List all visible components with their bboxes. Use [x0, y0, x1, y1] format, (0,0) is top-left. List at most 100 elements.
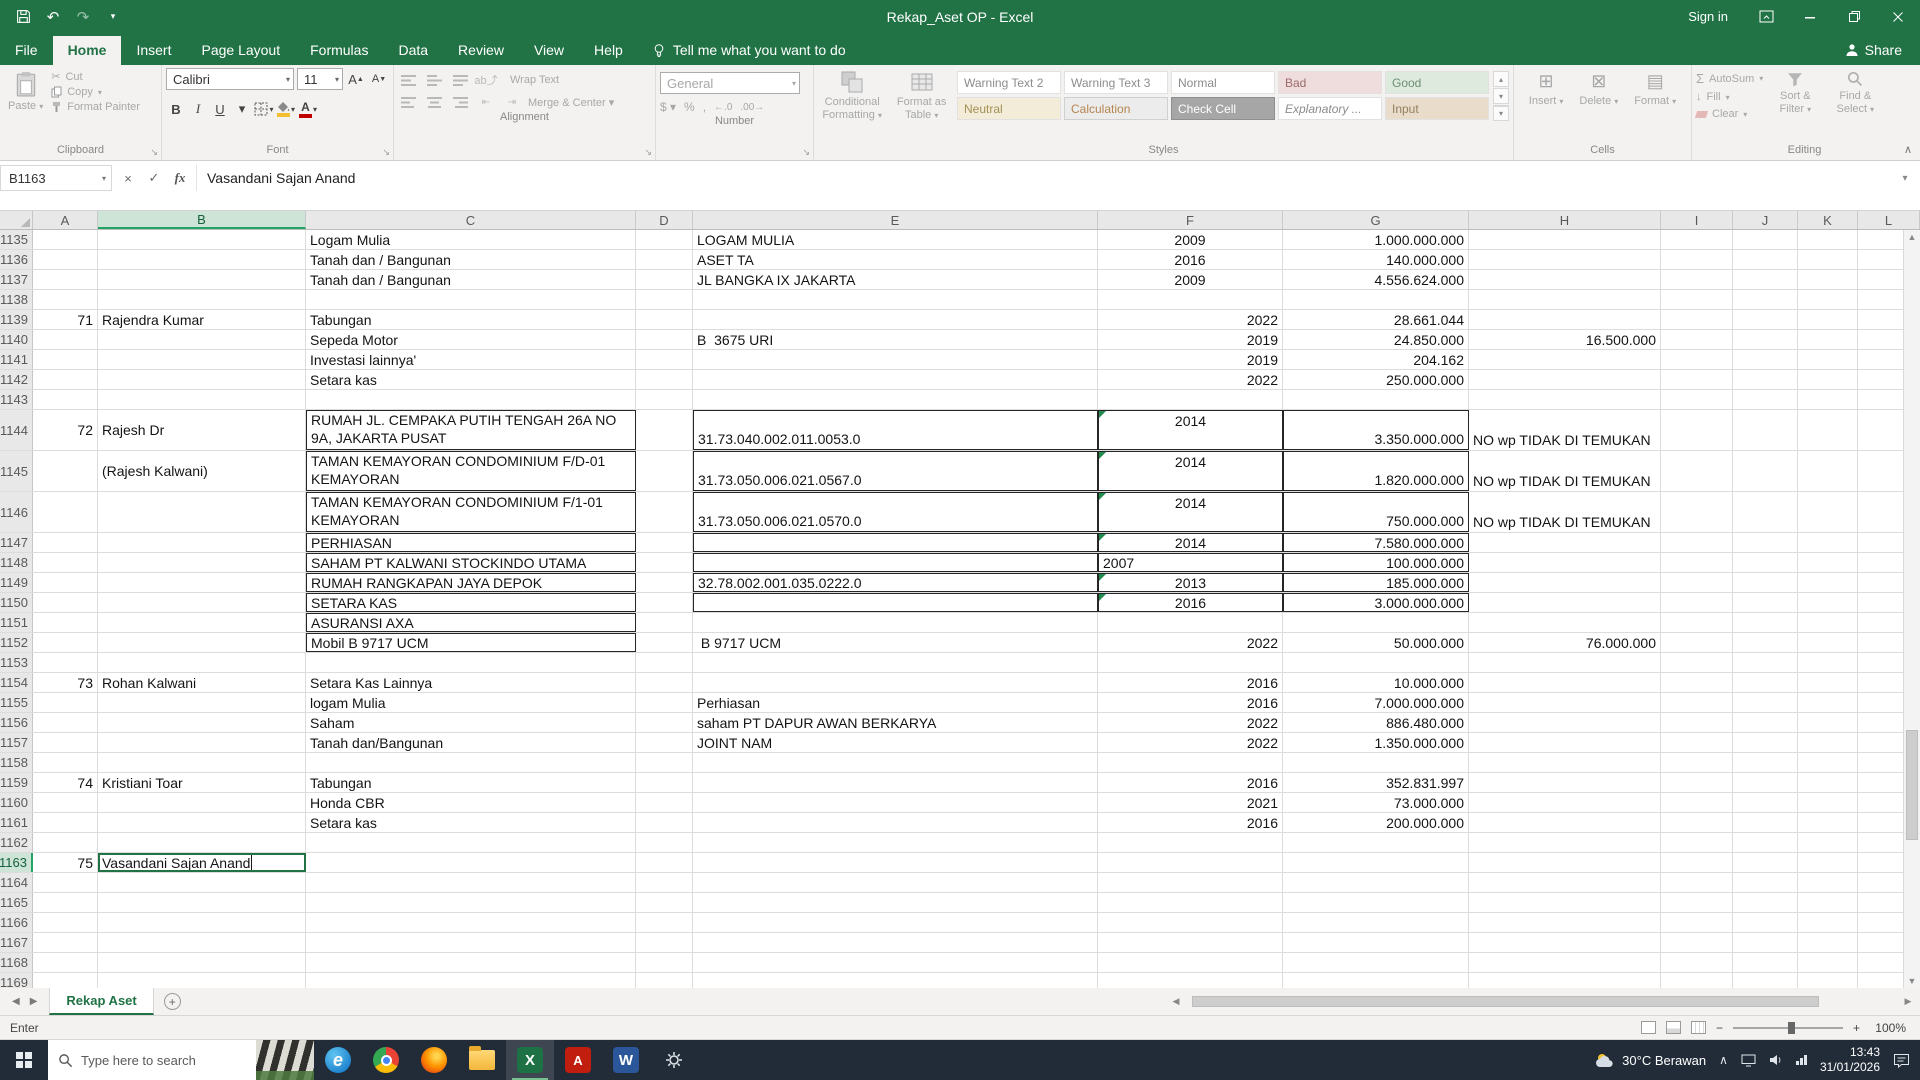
cell-D1137[interactable]	[636, 270, 693, 289]
cell-I1164[interactable]	[1661, 873, 1733, 892]
cell-F1139[interactable]: 2022	[1098, 310, 1283, 329]
cell-E1169[interactable]	[693, 973, 1098, 988]
cell-K1151[interactable]	[1798, 613, 1858, 632]
cell-K1143[interactable]	[1798, 390, 1858, 409]
cell-D1149[interactable]	[636, 573, 693, 592]
decrease-font-size-button[interactable]: A▼	[369, 69, 389, 89]
cell-K1161[interactable]	[1798, 813, 1858, 832]
cell-K1150[interactable]	[1798, 593, 1858, 612]
cell-A1149[interactable]	[33, 573, 98, 592]
cell-I1141[interactable]	[1661, 350, 1733, 369]
cell-J1152[interactable]	[1733, 633, 1798, 652]
cell-H1157[interactable]	[1469, 733, 1661, 752]
row-header-1157[interactable]: 1157	[0, 733, 33, 752]
cell-K1147[interactable]	[1798, 533, 1858, 552]
cell-I1135[interactable]	[1661, 230, 1733, 249]
copy-button[interactable]: Copy ▾	[51, 86, 140, 98]
cell-K1145[interactable]	[1798, 451, 1858, 491]
cell-D1153[interactable]	[636, 653, 693, 672]
row-header-1159[interactable]: 1159	[0, 773, 33, 792]
cell-I1138[interactable]	[1661, 290, 1733, 309]
cell-C1157[interactable]: Tanah dan/Bangunan	[306, 733, 636, 752]
cell-B1166[interactable]	[98, 913, 306, 932]
cell-style-check-cell[interactable]: Check Cell	[1171, 97, 1275, 120]
ribbon-tab-data[interactable]: Data	[383, 36, 443, 65]
cell-J1139[interactable]	[1733, 310, 1798, 329]
cell-A1157[interactable]	[33, 733, 98, 752]
column-header-A[interactable]: A	[33, 211, 98, 229]
cut-button[interactable]: ✂Cut	[51, 70, 140, 83]
cell-K1152[interactable]	[1798, 633, 1858, 652]
row-header-1149[interactable]: 1149	[0, 573, 33, 592]
cell-C1144[interactable]: RUMAH JL. CEMPAKA PUTIH TENGAH 26A NO 9A…	[306, 410, 636, 450]
fill-color-button[interactable]: ▾	[276, 99, 296, 119]
row-header-1152[interactable]: 1152	[0, 633, 33, 652]
cell-F1149[interactable]: 2013	[1098, 573, 1283, 592]
ribbon-display-options-button[interactable]	[1744, 0, 1788, 33]
cell-E1144[interactable]: 31.73.040.002.011.0053.0	[693, 410, 1098, 450]
row-header-1137[interactable]: 1137	[0, 270, 33, 289]
cell-H1164[interactable]	[1469, 873, 1661, 892]
cell-D1154[interactable]	[636, 673, 693, 692]
gallery-up-icon[interactable]: ▴	[1493, 71, 1509, 87]
cell-F1150[interactable]: 2016	[1098, 593, 1283, 612]
save-button[interactable]	[10, 4, 36, 30]
row-header-1162[interactable]: 1162	[0, 833, 33, 852]
notification-center-icon[interactable]	[1893, 1053, 1910, 1068]
active-cell[interactable]: Vasandani Sajan Anand	[98, 853, 306, 872]
cell-F1138[interactable]	[1098, 290, 1283, 309]
cell-E1136[interactable]: ASET TA	[693, 250, 1098, 269]
cell-I1155[interactable]	[1661, 693, 1733, 712]
cell-E1152[interactable]: B 9717 UCM	[693, 633, 1098, 652]
format-painter-button[interactable]: Format Painter	[51, 101, 140, 113]
font-dialog-launcher-icon[interactable]: ↘	[382, 147, 390, 158]
cell-H1143[interactable]	[1469, 390, 1661, 409]
cell-E1145[interactable]: 31.73.050.006.021.0567.0	[693, 451, 1098, 491]
cell-H1145[interactable]: NO wp TIDAK DI TEMUKAN	[1469, 451, 1661, 491]
vertical-scrollbar-thumb[interactable]	[1906, 730, 1918, 840]
cell-A1148[interactable]	[33, 553, 98, 572]
cell-H1162[interactable]	[1469, 833, 1661, 852]
cell-A1165[interactable]	[33, 893, 98, 912]
cell-B1145[interactable]: (Rajesh Kalwani)	[98, 451, 306, 491]
align-bottom-icon[interactable]	[450, 72, 470, 88]
cell-J1156[interactable]	[1733, 713, 1798, 732]
undo-button[interactable]: ↶	[40, 4, 66, 30]
cell-G1158[interactable]	[1283, 753, 1469, 772]
cell-D1138[interactable]	[636, 290, 693, 309]
cell-K1157[interactable]	[1798, 733, 1858, 752]
cell-I1162[interactable]	[1661, 833, 1733, 852]
taskbar-excel-button[interactable]: X	[506, 1040, 554, 1080]
format-cells-button[interactable]: ▤ Format ▾	[1630, 68, 1680, 110]
cell-C1146[interactable]: TAMAN KEMAYORAN CONDOMINIUM F/1-01 KEMAY…	[306, 492, 636, 532]
cell-I1156[interactable]	[1661, 713, 1733, 732]
cell-F1135[interactable]: 2009	[1098, 230, 1283, 249]
cell-G1161[interactable]: 200.000.000	[1283, 813, 1469, 832]
ribbon-tab-help[interactable]: Help	[579, 36, 638, 65]
row-header-1135[interactable]: 1135	[0, 230, 33, 249]
cell-J1143[interactable]	[1733, 390, 1798, 409]
row-header-1147[interactable]: 1147	[0, 533, 33, 552]
cell-F1162[interactable]	[1098, 833, 1283, 852]
cell-J1148[interactable]	[1733, 553, 1798, 572]
cell-I1166[interactable]	[1661, 913, 1733, 932]
scroll-down-icon[interactable]: ▼	[1908, 976, 1917, 986]
cell-C1150[interactable]: SETARA KAS	[306, 593, 636, 612]
cell-J1137[interactable]	[1733, 270, 1798, 289]
row-header-1163[interactable]: 1163	[0, 853, 33, 872]
row-header-1151[interactable]: 1151	[0, 613, 33, 632]
weather-widget[interactable]: 30°C Berawan	[1595, 1052, 1706, 1068]
number-format-combo[interactable]: General▾	[660, 72, 800, 94]
cell-G1162[interactable]	[1283, 833, 1469, 852]
cell-C1155[interactable]: logam Mulia	[306, 693, 636, 712]
font-color-button[interactable]: A▾	[298, 99, 318, 119]
cell-H1167[interactable]	[1469, 933, 1661, 952]
cell-J1140[interactable]	[1733, 330, 1798, 349]
conditional-formatting-button[interactable]: Conditional Formatting ▾	[818, 68, 886, 124]
cell-C1142[interactable]: Setara kas	[306, 370, 636, 389]
cell-H1159[interactable]	[1469, 773, 1661, 792]
cell-A1166[interactable]	[33, 913, 98, 932]
cell-K1160[interactable]	[1798, 793, 1858, 812]
cell-D1167[interactable]	[636, 933, 693, 952]
cell-G1150[interactable]: 3.000.000.000	[1283, 593, 1469, 612]
